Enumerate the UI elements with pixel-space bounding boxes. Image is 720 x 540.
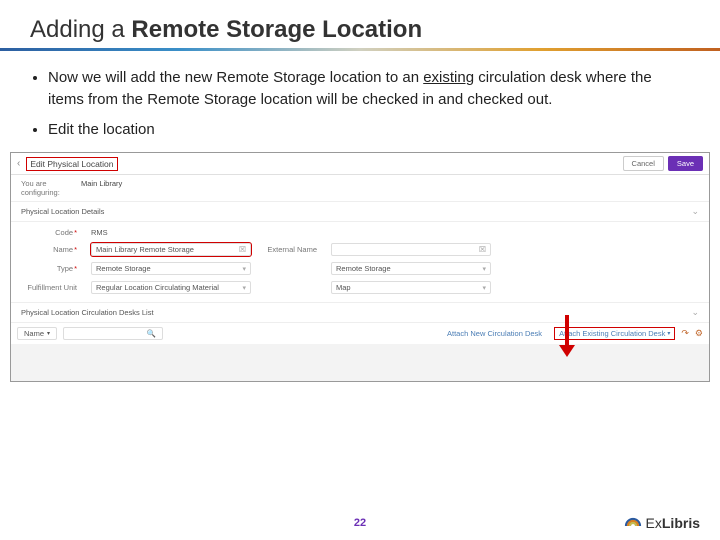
config-row: You are configuring: Main Library [11,175,709,202]
map-field[interactable]: Map ▾ [331,281,491,294]
external-name-label: External Name [261,243,321,256]
remote-storage-label [261,262,321,275]
clear-icon[interactable]: ☒ [239,245,246,254]
chevron-down-icon: ▾ [482,284,486,292]
details-grid: Code* RMS Name* Main Library Remote Stor… [11,222,709,303]
page-number: 22 [354,517,366,529]
name-dropdown[interactable]: Name▾ [17,327,57,340]
chevron-down-icon: ⌄ [691,206,699,217]
fulfillment-unit-field[interactable]: Regular Location Circulating Material ▾ [91,281,251,294]
app-screenshot: ‹ Edit Physical Location Cancel Save You… [10,152,710,382]
search-input[interactable]: 🔍 [63,327,163,340]
desks-toolbar: Name▾ 🔍 Attach New Circulation Desk Atta… [11,323,709,344]
logo-mark-icon [624,514,642,532]
bullet-list: Now we will add the new Remote Storage l… [30,67,690,140]
slide-footer: 22 ExLibris [0,506,720,540]
name-field[interactable]: Main Library Remote Storage ☒ [91,243,251,256]
remote-storage-field[interactable]: Remote Storage ▾ [331,262,491,275]
desks-panel-header[interactable]: Physical Location Circulation Desks List… [11,303,709,323]
chevron-down-icon: ▾ [242,265,246,273]
code-label: Code* [21,228,81,237]
page-title: Edit Physical Location [26,157,117,171]
attach-existing-desk-link[interactable]: Attach Existing Circulation Desk▾ [554,327,675,340]
export-icon[interactable]: ↷ [681,328,689,339]
search-icon[interactable]: 🔍 [147,329,156,338]
type-label: Type* [21,262,81,275]
map-label [261,281,321,294]
fulfillment-unit-label: Fulfillment Unit [21,281,81,294]
type-field[interactable]: Remote Storage ▾ [91,262,251,275]
chevron-down-icon: ▾ [242,284,246,292]
chevron-down-icon: ⌄ [691,307,699,318]
back-icon[interactable]: ‹ [17,158,20,169]
details-panel-header[interactable]: Physical Location Details ⌄ [11,202,709,222]
title-prefix: Adding a [30,16,131,43]
attach-new-desk-link[interactable]: Attach New Circulation Desk [447,329,542,338]
save-button[interactable]: Save [668,156,703,171]
logo-text: ExLibris [646,515,700,531]
bullet-2: Edit the location [48,119,690,141]
chevron-down-icon: ▾ [482,265,486,273]
code-value: RMS [91,228,251,237]
clear-icon[interactable]: ☒ [479,245,486,254]
bullet-1: Now we will add the new Remote Storage l… [48,67,690,111]
gear-icon[interactable]: ⚙ [695,328,703,339]
name-label: Name* [21,243,81,256]
title-bold: Remote Storage Location [131,16,422,43]
bullet-underline: existing [423,69,474,86]
exlibris-logo: ExLibris [624,514,700,532]
slide-title: Adding a Remote Storage Location [0,0,720,51]
cancel-button[interactable]: Cancel [623,156,664,171]
external-name-field[interactable]: ☒ [331,243,491,256]
config-value: Main Library [81,179,122,197]
screenshot-header: ‹ Edit Physical Location Cancel Save [11,153,709,175]
config-label: You are configuring: [21,179,81,197]
